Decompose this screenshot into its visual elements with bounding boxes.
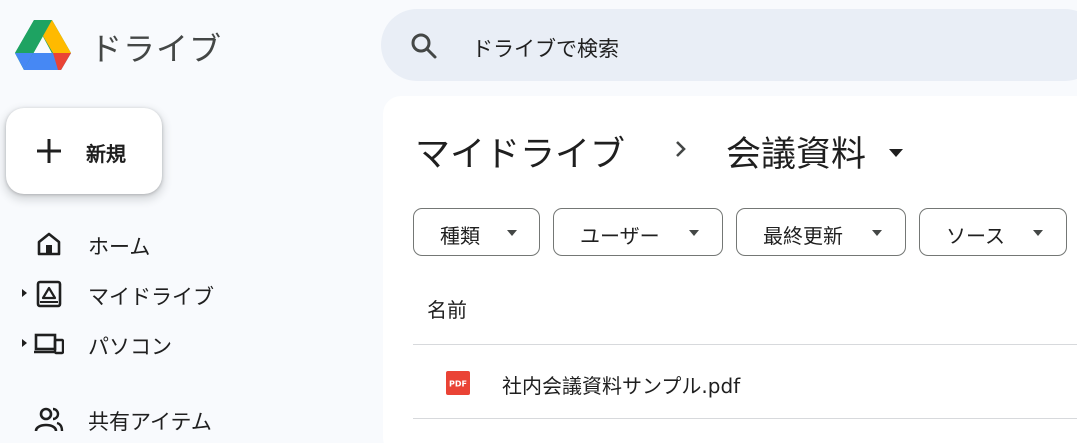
app-title: ドライブ xyxy=(90,30,223,68)
main-content: マイドライブ 会議資料 種類 ユーザー 最終更新 ソース 名前 PDF 社内会議… xyxy=(383,96,1077,443)
filter-label: ユーザー xyxy=(580,224,660,248)
dropdown-arrow-icon[interactable] xyxy=(887,147,905,159)
new-button[interactable]: 新規 xyxy=(6,108,162,194)
filter-type[interactable]: 種類 xyxy=(413,208,540,256)
plus-icon xyxy=(37,139,61,163)
home-icon xyxy=(37,232,61,256)
new-button-label: 新規 xyxy=(86,142,126,166)
chevron-down-icon xyxy=(1033,230,1043,236)
sidebar-item-home[interactable]: ホーム xyxy=(0,222,370,266)
filter-label: 最終更新 xyxy=(763,224,843,248)
breadcrumb-current[interactable]: 会議資料 xyxy=(726,126,866,177)
sidebar-item-label: マイドライブ xyxy=(88,285,214,309)
table-row[interactable]: PDF 社内会議資料サンプル.pdf xyxy=(413,346,1077,418)
divider xyxy=(413,418,1077,419)
divider xyxy=(413,344,1077,345)
sidebar-item-label: ホーム xyxy=(88,235,151,259)
file-name[interactable]: 社内会議資料サンプル.pdf xyxy=(502,370,740,399)
sidebar-item-shared[interactable]: 共有アイテム xyxy=(0,397,370,441)
filter-modified[interactable]: 最終更新 xyxy=(736,208,906,256)
filter-label: ソース xyxy=(946,224,1005,248)
chevron-right-icon xyxy=(676,141,686,157)
computers-icon xyxy=(34,333,64,355)
sidebar-item-computers[interactable]: パソコン xyxy=(0,322,370,366)
filter-people[interactable]: ユーザー xyxy=(553,208,723,256)
drive-app: ドライブ ドライブで検索 新規 ホーム マイドライブ パソコン 共有アイテム マ… xyxy=(0,0,1077,443)
search-bar[interactable]: ドライブで検索 xyxy=(381,9,1077,81)
shared-icon xyxy=(34,407,64,432)
chevron-down-icon xyxy=(872,230,882,236)
pdf-icon: PDF xyxy=(446,371,470,395)
sidebar-item-my-drive[interactable]: マイドライブ xyxy=(0,272,370,316)
expand-arrow-icon[interactable] xyxy=(19,286,29,300)
expand-arrow-icon[interactable] xyxy=(19,336,29,350)
filter-label: 種類 xyxy=(440,224,480,248)
chevron-down-icon xyxy=(507,230,517,236)
search-icon[interactable] xyxy=(409,31,439,61)
sidebar-item-label: パソコン xyxy=(88,335,172,359)
my-drive-icon xyxy=(36,280,62,308)
breadcrumb-root[interactable]: マイドライブ xyxy=(415,126,625,177)
filter-source[interactable]: ソース xyxy=(919,208,1067,256)
svg-text:PDF: PDF xyxy=(449,380,467,389)
chevron-down-icon xyxy=(689,230,699,236)
search-input[interactable]: ドライブで検索 xyxy=(472,33,619,63)
google-drive-logo[interactable] xyxy=(14,18,72,72)
sidebar-item-label: 共有アイテム xyxy=(88,410,212,434)
column-header-name[interactable]: 名前 xyxy=(427,294,467,323)
